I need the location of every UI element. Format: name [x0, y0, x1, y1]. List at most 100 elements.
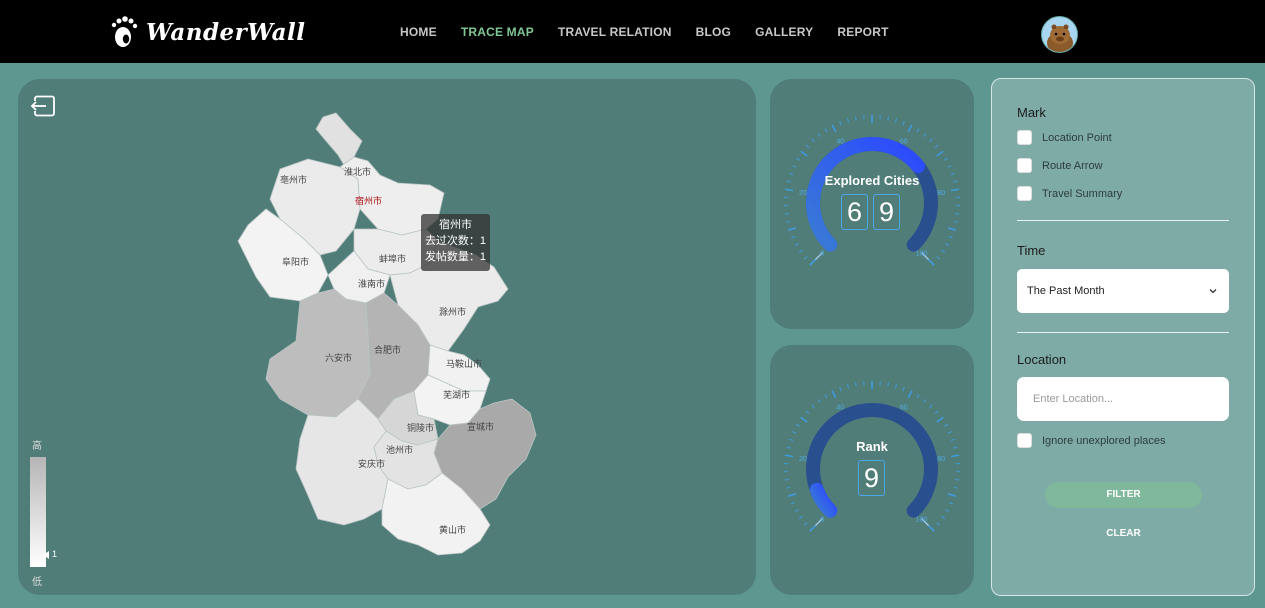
- explored-gauge-tick: [798, 249, 803, 253]
- rank-gauge-tick: [944, 423, 948, 427]
- capybara-avatar-icon: [1047, 24, 1073, 52]
- rank-digit: 9: [858, 460, 885, 496]
- rank-gauge-tick: [824, 394, 828, 399]
- mark-section-title: Mark: [1017, 105, 1046, 120]
- rank-gauge-tick: [831, 390, 837, 399]
- explored-gauge-tick: [803, 256, 808, 260]
- region-luan[interactable]: [265, 288, 371, 418]
- rank-gauge-tick: [947, 492, 956, 497]
- explored-gauge-tick: [936, 150, 944, 157]
- rank-gauge-tick: [855, 382, 857, 387]
- rank-gauge-tick: [902, 386, 905, 392]
- explored-gauge-tick: [928, 259, 935, 266]
- explored-gauge-tick: [788, 226, 797, 231]
- checkbox-box[interactable]: [1017, 130, 1032, 145]
- rank-gauge-tick: [784, 454, 794, 458]
- explored-gauge-tick: [811, 138, 815, 143]
- chevron-down-icon: [1209, 289, 1217, 294]
- checkbox-travel-summary[interactable]: Travel Summary: [1017, 186, 1122, 201]
- checkbox-route-arrow[interactable]: Route Arrow: [1017, 158, 1103, 173]
- city-label-tongling: 铜陵市: [407, 422, 434, 433]
- explored-gauge-tick: [948, 235, 953, 239]
- explored-gauge-tick-label: 20: [799, 190, 807, 197]
- rank-digits: 9: [858, 460, 885, 496]
- app-name: WanderWall: [146, 18, 306, 46]
- city-label-anqing: 安庆市: [358, 458, 385, 469]
- tooltip-posts: 发帖数量：1: [424, 251, 487, 263]
- rank-gauge-tick: [941, 515, 946, 519]
- checkbox-box[interactable]: [1017, 186, 1032, 201]
- nav-trace-map[interactable]: TRACE MAP: [461, 25, 534, 39]
- explored-gauge-tick: [786, 220, 791, 223]
- explored-gauge-tick-label: 80: [937, 190, 945, 197]
- explored-gauge-tick: [831, 124, 837, 133]
- checkbox-box[interactable]: [1017, 433, 1032, 448]
- explored-gauge-tick: [955, 213, 960, 215]
- checkbox-location-point[interactable]: Location Point: [1017, 130, 1112, 145]
- time-select[interactable]: The Past Month: [1017, 269, 1229, 313]
- city-label-huangshan: 黄山市: [439, 524, 466, 535]
- explored-gauge-tick: [947, 226, 956, 231]
- rank-gauge-tick: [955, 479, 960, 481]
- checkbox-ignore-unexplored[interactable]: Ignore unexplored places: [1017, 433, 1166, 448]
- time-section-title: Time: [1017, 243, 1046, 258]
- divider: [1017, 220, 1229, 221]
- explored-gauge-tick: [855, 116, 857, 121]
- province-map[interactable]: 亳州市 淮北市 宿州市 阜阳市 蚌埠市 淮南市 滁州市 六安市 合肥市 马鞍山市…: [18, 79, 756, 595]
- rank-gauge-tick: [929, 404, 933, 409]
- rank-gauge-tick-label: 0: [821, 516, 825, 523]
- nav-gallery[interactable]: GALLERY: [755, 25, 813, 39]
- rank-gauge-tick: [817, 399, 821, 403]
- rank-gauge-tick: [936, 522, 941, 526]
- nav-blog[interactable]: BLOG: [696, 25, 731, 39]
- explored-gauge-tick: [916, 128, 920, 133]
- explored-gauge-tick: [791, 235, 796, 239]
- city-label-suzhou: 宿州市: [355, 195, 382, 206]
- explored-gauge-tick-label: 60: [900, 139, 908, 146]
- logo[interactable]: WanderWall: [110, 14, 306, 50]
- location-input[interactable]: [1017, 377, 1229, 421]
- rank-gauge-tick: [907, 390, 913, 399]
- visual-map-legend: 高 1 低: [28, 435, 68, 588]
- rank-gauge-card: 0 20 40 60 80 100 Rank 9: [770, 345, 974, 595]
- filter-button[interactable]: FILTER: [1045, 482, 1202, 508]
- city-label-fuyang: 阜阳市: [282, 256, 309, 267]
- divider: [1017, 332, 1229, 333]
- checkbox-label: Travel Summary: [1042, 187, 1123, 200]
- nav-home[interactable]: HOME: [400, 25, 437, 39]
- city-label-chizhou: 池州市: [386, 444, 413, 455]
- explored-gauge-tick: [792, 165, 797, 168]
- legend-high-label: 高: [32, 441, 42, 452]
- rank-gauge-tick: [796, 423, 800, 427]
- city-label-huaibei: 淮北市: [344, 166, 371, 177]
- checkbox-label: Ignore unexplored places: [1042, 434, 1166, 447]
- location-section-title: Location: [1017, 352, 1067, 367]
- rank-gauge-tick: [887, 382, 889, 387]
- rank-gauge-progress: [809, 482, 838, 518]
- rank-gauge-tick-label: 100: [916, 516, 928, 523]
- rank-gauge-tick: [846, 384, 850, 389]
- map-panel: 亳州市 淮北市 宿州市 阜阳市 蚌埠市 淮南市 滁州市 六安市 合肥市 马鞍山市…: [18, 79, 756, 595]
- user-avatar[interactable]: [1041, 16, 1078, 53]
- rank-gauge-tick-label: 80: [937, 456, 945, 463]
- city-label-chuzhou: 滁州市: [439, 306, 466, 317]
- checkbox-label: Route Arrow: [1042, 159, 1103, 172]
- filter-panel: Mark Location Point Route Arrow Travel S…: [991, 78, 1255, 596]
- rank-gauge-tick: [811, 404, 815, 409]
- checkbox-box[interactable]: [1017, 158, 1032, 173]
- nav-report[interactable]: REPORT: [837, 25, 888, 39]
- rank-title: Rank: [856, 439, 888, 454]
- city-label-hefei: 合肥市: [374, 344, 401, 355]
- explored-gauge-tick-label: 0: [821, 250, 825, 257]
- rank-gauge-tick: [788, 492, 797, 497]
- explored-digits: 6 9: [841, 194, 900, 230]
- legend-handle-icon[interactable]: [43, 551, 49, 559]
- nav-travel-relation[interactable]: TRAVEL RELATION: [558, 25, 672, 39]
- explored-gauge-tick: [796, 157, 800, 161]
- explored-gauge-tick: [907, 124, 913, 133]
- explored-gauge-tick: [929, 138, 933, 143]
- explored-cities-gauge-card: 0 20 40 60 80 100 Explored Cities 6 9: [770, 79, 974, 329]
- clear-button[interactable]: CLEAR: [1045, 521, 1202, 547]
- explored-digit: 6: [841, 194, 868, 230]
- explored-gauge-tick: [846, 118, 850, 123]
